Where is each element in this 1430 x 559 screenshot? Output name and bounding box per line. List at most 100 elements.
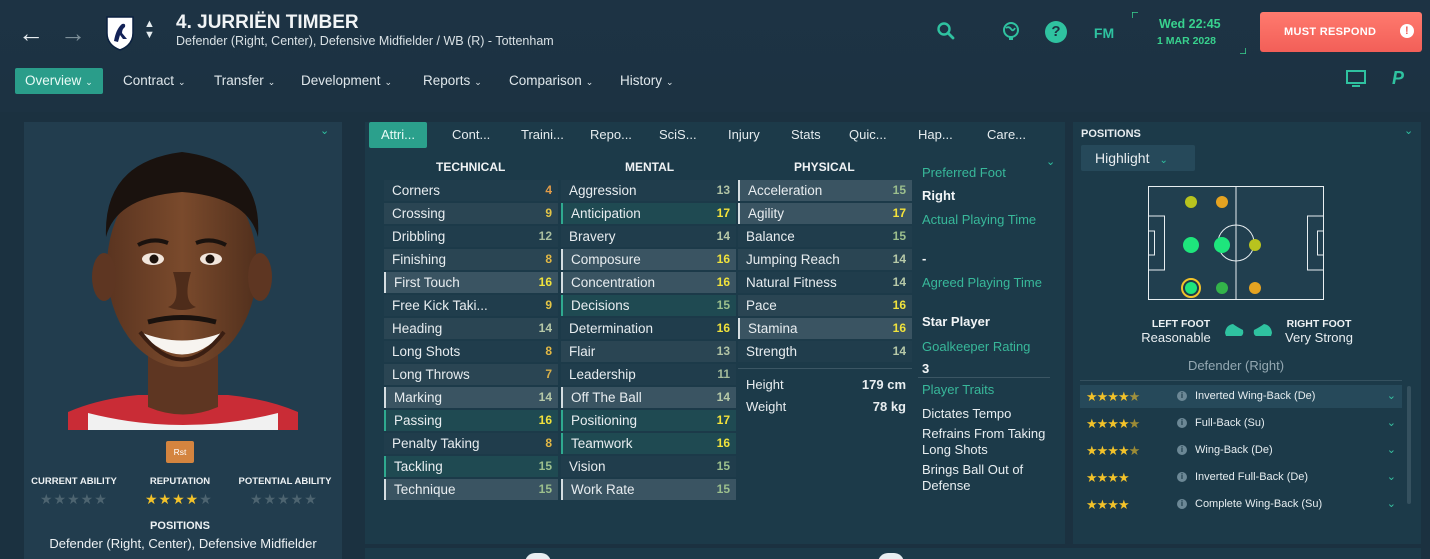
attr-name: Composure — [571, 252, 641, 267]
attr-row[interactable]: Penalty Taking 8 — [384, 433, 558, 454]
attr-row[interactable]: Leadership 11 — [561, 364, 736, 385]
attr-row[interactable]: Corners 4 — [384, 180, 558, 201]
attr-row[interactable]: Teamwork 16 — [561, 433, 736, 454]
attr-row[interactable]: Heading 14 — [384, 318, 558, 339]
attr-row[interactable]: Decisions 15 — [561, 295, 736, 316]
attr-row[interactable]: Strength 14 — [738, 341, 912, 362]
attr-row[interactable]: Dribbling 12 — [384, 226, 558, 247]
attr-row[interactable]: Aggression 13 — [561, 180, 736, 201]
attr-row[interactable]: Positioning 17 — [561, 410, 736, 431]
attr-row[interactable]: Marking 14 — [384, 387, 558, 408]
attr-name: Balance — [746, 229, 795, 244]
attr-row[interactable]: Vision 15 — [561, 456, 736, 477]
chevron-down-icon[interactable]: ⌄ — [1404, 124, 1413, 137]
attr-row[interactable]: Off The Ball 14 — [561, 387, 736, 408]
nav-history[interactable]: History ⌄ — [620, 68, 674, 94]
divider — [738, 368, 912, 369]
attr-value: 13 — [716, 344, 730, 358]
world-globe-icon[interactable] — [998, 20, 1024, 46]
position-dot-dcr[interactable] — [1183, 237, 1199, 253]
tab-reports[interactable]: Repo... — [590, 122, 632, 148]
nav-development[interactable]: Development ⌄ — [301, 68, 392, 94]
attr-row[interactable]: Concentration 16 — [561, 272, 736, 293]
attr-row[interactable]: Passing 16 — [384, 410, 558, 431]
tab-training[interactable]: Traini... — [521, 122, 564, 148]
position-dot-mr[interactable] — [1249, 282, 1261, 294]
help-icon[interactable]: ? — [1045, 21, 1067, 43]
info-icon: i — [1177, 418, 1187, 428]
attr-row[interactable]: Long Shots 8 — [384, 341, 558, 362]
game-date[interactable]: 1 MAR 2028 — [1157, 35, 1216, 47]
chevron-down-icon[interactable]: ⌄ — [320, 124, 329, 137]
paypal-icon[interactable]: P — [1392, 68, 1410, 88]
nav-overview[interactable]: Overview ⌄ — [15, 68, 103, 94]
tab-injury[interactable]: Injury — [728, 122, 760, 148]
attr-row[interactable]: Acceleration 15 — [738, 180, 912, 201]
nav-transfer[interactable]: Transfer ⌄ — [214, 68, 275, 94]
attr-row[interactable]: Flair 13 — [561, 341, 736, 362]
tab-attributes[interactable]: Attri... — [369, 122, 427, 148]
highlight-dropdown[interactable]: Highlight ⌄ — [1081, 145, 1195, 171]
attr-row[interactable]: Long Throws 7 — [384, 364, 558, 385]
role-row[interactable]: ★★★★ i Inverted Full-Back (De) ⌄ — [1080, 466, 1402, 489]
chevron-down-icon[interactable]: ⌄ — [1046, 155, 1055, 168]
position-dot-dmc[interactable] — [1216, 196, 1228, 208]
game-time[interactable]: Wed 22:45 — [1159, 17, 1221, 31]
attr-value: 14 — [538, 390, 552, 404]
tab-stats[interactable]: Stats — [791, 122, 821, 148]
nav-reports[interactable]: Reports ⌄ — [423, 68, 482, 94]
forward-arrow-icon[interactable]: → — [58, 18, 88, 49]
divider — [1080, 380, 1402, 381]
attr-row[interactable]: Agility 17 — [738, 203, 912, 224]
tab-career[interactable]: Care... — [987, 122, 1026, 148]
position-dot-wbr[interactable] — [1216, 282, 1228, 294]
attr-name: Long Shots — [392, 344, 461, 359]
attr-row[interactable]: First Touch 16 — [384, 272, 558, 293]
position-dot-dmc2[interactable] — [1214, 237, 1230, 253]
attr-row[interactable]: Determination 16 — [561, 318, 736, 339]
player-switch-chevrons-icon[interactable]: ▲ ▼ — [144, 19, 155, 41]
attr-value: 16 — [538, 275, 552, 289]
attr-name: Teamwork — [571, 436, 633, 451]
attr-value: 8 — [545, 252, 552, 266]
back-arrow-icon[interactable]: ← — [16, 18, 46, 49]
attr-row[interactable]: Natural Fitness 14 — [738, 272, 912, 293]
roles-scrollbar[interactable] — [1407, 386, 1411, 504]
search-icon[interactable] — [933, 21, 959, 47]
role-row[interactable]: ★★★★★ i Inverted Wing-Back (De) ⌄ — [1080, 385, 1402, 408]
positions-text: Defender (Right, Center), Defensive Midf… — [49, 536, 317, 551]
attr-row[interactable]: Technique 15 — [384, 479, 558, 500]
attr-row[interactable]: Free Kick Taki... 9 — [384, 295, 558, 316]
role-row[interactable]: ★★★★★ i Wing-Back (De) ⌄ — [1080, 439, 1402, 462]
tab-contract[interactable]: Cont... — [452, 122, 490, 148]
attr-row[interactable]: Balance 15 — [738, 226, 912, 247]
monitor-icon[interactable] — [1345, 70, 1367, 88]
attr-name: Dribbling — [392, 229, 446, 244]
must-respond-button[interactable]: MUST RESPOND! — [1260, 12, 1422, 52]
attr-row[interactable]: Composure 16 — [561, 249, 736, 270]
attr-row[interactable]: Tackling 15 — [384, 456, 558, 477]
fm-logo-icon[interactable]: FM — [1091, 20, 1117, 46]
attr-row[interactable]: Stamina 16 — [738, 318, 912, 339]
attr-row[interactable]: Pace 16 — [738, 295, 912, 316]
attr-row[interactable]: Finishing 8 — [384, 249, 558, 270]
role-row[interactable]: ★★★★★ i Full-Back (Su) ⌄ — [1080, 412, 1402, 435]
attr-name: Anticipation — [571, 206, 641, 221]
attr-row[interactable]: Crossing 9 — [384, 203, 558, 224]
attr-row[interactable]: Bravery 14 — [561, 226, 736, 247]
role-row[interactable]: ★★★★ i Complete Wing-Back (Su) ⌄ — [1080, 493, 1402, 516]
agreed-playing-time-label: Agreed Playing Time — [922, 275, 1042, 290]
highlight-label: Highlight — [1095, 150, 1150, 166]
attr-value: 17 — [716, 413, 730, 427]
tab-quick[interactable]: Quic... — [849, 122, 887, 148]
position-dot-mc[interactable] — [1249, 239, 1261, 251]
tab-scisports[interactable]: SciS... — [659, 122, 697, 148]
nav-contract[interactable]: Contract ⌄ — [123, 68, 186, 94]
position-dot-dml[interactable] — [1185, 196, 1197, 208]
nav-comparison[interactable]: Comparison ⌄ — [509, 68, 593, 94]
position-dot-dr-selected[interactable] — [1181, 278, 1201, 298]
attr-row[interactable]: Work Rate 15 — [561, 479, 736, 500]
attr-row[interactable]: Jumping Reach 14 — [738, 249, 912, 270]
attr-row[interactable]: Anticipation 17 — [561, 203, 736, 224]
tab-happiness[interactable]: Hap... — [918, 122, 953, 148]
